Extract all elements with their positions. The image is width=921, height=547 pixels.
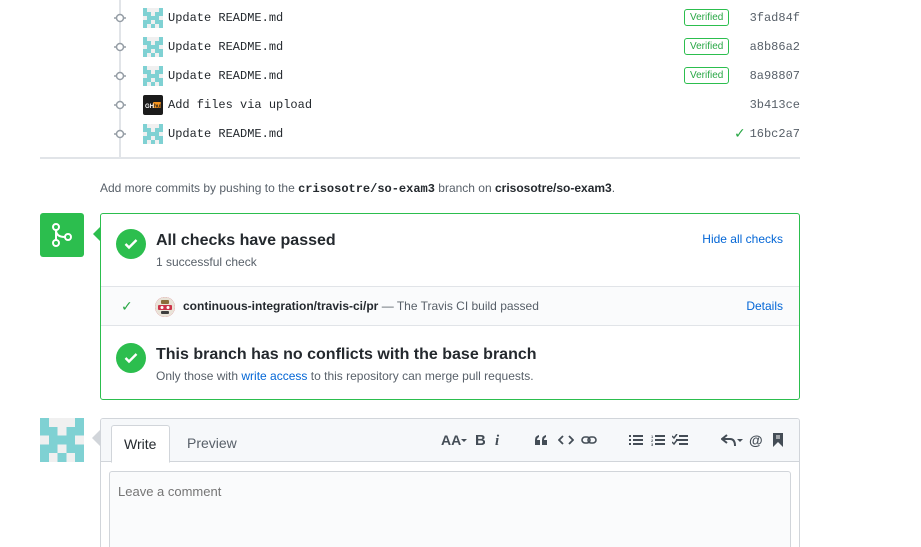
- no-conflicts-icon: [116, 343, 146, 373]
- reply-icon[interactable]: [721, 431, 743, 449]
- code-icon[interactable]: [558, 431, 574, 449]
- no-conflicts-prefix: Only those with: [156, 369, 239, 383]
- link-icon[interactable]: [581, 431, 597, 449]
- unordered-list-icon[interactable]: [629, 431, 643, 449]
- commit-row: GH hub Add files via upload 3b413ce: [100, 90, 800, 119]
- commit-message-link[interactable]: Add files via upload: [168, 98, 312, 112]
- verified-badge[interactable]: Verified: [684, 9, 730, 26]
- svg-text:@: @: [749, 433, 763, 447]
- identicon-avatar[interactable]: [143, 36, 163, 57]
- quote-icon[interactable]: [533, 431, 549, 449]
- push-hint: Add more commits by pushing to the criso…: [100, 181, 615, 196]
- mention-icon[interactable]: @: [749, 431, 763, 449]
- commit-sha-link[interactable]: 3b413ce: [750, 98, 800, 112]
- verified-badge[interactable]: Verified: [684, 38, 730, 55]
- task-list-icon[interactable]: [672, 431, 688, 449]
- no-conflicts-subtitle: Only those with write access to this rep…: [156, 369, 534, 383]
- write-access-link[interactable]: write access: [241, 369, 307, 383]
- commit-sha-link[interactable]: 8a98807: [750, 69, 800, 83]
- tab-write[interactable]: Write: [111, 425, 170, 463]
- push-hint-prefix: Add more commits by pushing to the: [100, 181, 295, 195]
- commit-node-icon: [114, 41, 126, 53]
- merge-status-box: All checks have passed 1 successful chec…: [100, 213, 800, 400]
- identicon-avatar[interactable]: [143, 123, 163, 144]
- commit-message-link[interactable]: Update README.md: [168, 40, 283, 54]
- header-icon[interactable]: AA: [440, 431, 468, 449]
- check-description: — The Travis CI build passed: [381, 299, 539, 313]
- commit-message-link[interactable]: Update README.md: [168, 69, 283, 83]
- hide-checks-link[interactable]: Hide all checks: [702, 232, 783, 246]
- identicon-avatar[interactable]: [143, 65, 163, 86]
- check-success-icon: ✓: [121, 298, 133, 314]
- checks-title: All checks have passed: [156, 232, 336, 249]
- status-check-row: ✓ continuous-integration/travis-ci/pr — …: [101, 286, 799, 326]
- verified-badge[interactable]: Verified: [684, 67, 730, 84]
- svg-text:3: 3: [651, 442, 654, 446]
- commit-row: Update README.md Verified 8a98807: [100, 61, 800, 90]
- bold-icon[interactable]: B: [473, 431, 487, 449]
- user-avatar[interactable]: [40, 418, 84, 462]
- svg-text:B: B: [475, 433, 485, 447]
- ci-success-check-icon[interactable]: ✓: [734, 125, 746, 142]
- comment-box-pointer: [92, 430, 100, 446]
- travis-ci-avatar: [155, 297, 175, 317]
- commit-node-icon: [114, 12, 126, 24]
- saved-reply-icon[interactable]: [772, 431, 784, 449]
- commit-sha-link[interactable]: a8b86a2: [750, 40, 800, 54]
- commit-row: Update README.md Verified 3fad84f: [100, 3, 800, 32]
- svg-text:GH: GH: [145, 104, 154, 110]
- identicon-avatar[interactable]: [143, 7, 163, 28]
- svg-text:i: i: [495, 433, 500, 447]
- commit-node-icon: [114, 128, 126, 140]
- check-details-link[interactable]: Details: [746, 299, 783, 313]
- comment-textarea[interactable]: [109, 471, 791, 547]
- commit-message-link[interactable]: Update README.md: [168, 127, 283, 141]
- github-hub-avatar[interactable]: GH hub: [143, 94, 163, 115]
- commit-sha-link[interactable]: 3fad84f: [750, 11, 800, 25]
- svg-text:AA: AA: [441, 433, 461, 447]
- commit-node-icon: [114, 70, 126, 82]
- push-hint-suffix: .: [611, 181, 616, 195]
- push-hint-repo[interactable]: crisosotre/so-exam3: [495, 181, 612, 195]
- no-conflicts-title: This branch has no conflicts with the ba…: [156, 346, 537, 363]
- tab-preview[interactable]: Preview: [175, 425, 249, 463]
- checks-passed-icon: [116, 229, 146, 259]
- commit-message-link[interactable]: Update README.md: [168, 11, 283, 25]
- commit-sha-link[interactable]: 16bc2a7: [750, 127, 800, 141]
- comment-toolbar-header: Write Preview AA B i 123 @: [101, 419, 799, 463]
- ordered-list-icon[interactable]: 123: [651, 431, 665, 449]
- no-conflicts-suffix: to this repository can merge pull reques…: [310, 369, 534, 383]
- commit-node-icon: [114, 99, 126, 111]
- commit-row: Update README.md Verified a8b86a2: [100, 32, 800, 61]
- checks-subtitle: 1 successful check: [156, 255, 257, 269]
- push-hint-middle: branch on: [438, 181, 492, 195]
- commit-row: Update README.md ✓ 16bc2a7: [100, 119, 800, 148]
- commits-divider: [40, 157, 800, 159]
- push-hint-branch[interactable]: crisosotre/so-exam3: [298, 182, 435, 196]
- git-merge-icon: [40, 213, 84, 257]
- svg-text:hub: hub: [154, 103, 163, 109]
- check-context: continuous-integration/travis-ci/pr: [183, 299, 379, 313]
- check-name: continuous-integration/travis-ci/pr — Th…: [183, 299, 539, 313]
- new-comment-form: Write Preview AA B i 123 @ Leave a comme…: [100, 418, 800, 547]
- italic-icon[interactable]: i: [494, 431, 504, 449]
